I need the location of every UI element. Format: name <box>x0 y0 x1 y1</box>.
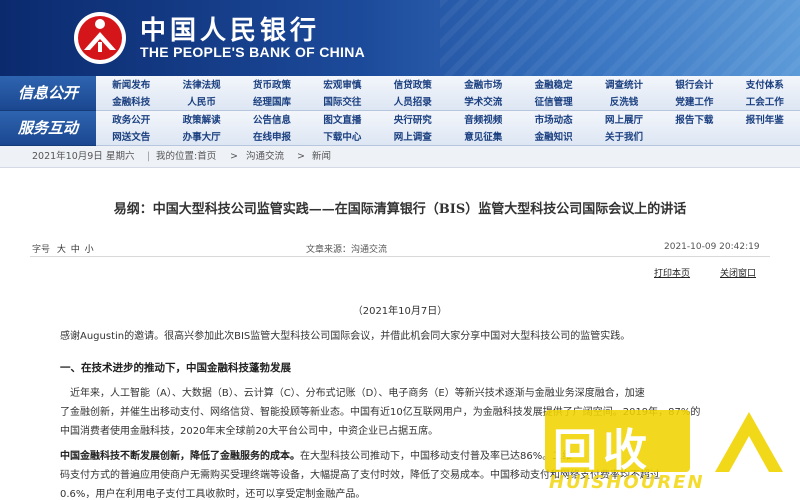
nav-row-service: 服务互动 政务公开 政策解读 公告信息 图文直播 央行研究 音频视频 市场动态 网上展厅 报告下… <box>0 111 800 146</box>
pboc-logo-icon[interactable] <box>72 10 128 66</box>
nav-item[interactable]: 信贷政策 <box>378 77 448 94</box>
main-navigation: 信息公开 新闻发布 法律法规 货币政策 宏观审慎 信贷政策 金融市场 金融稳定 调查统计 银行会… <box>0 76 800 146</box>
nav-item[interactable]: 网上展厅 <box>589 112 659 129</box>
nav-item[interactable]: 新闻发布 <box>96 77 166 94</box>
nav-item[interactable]: 金融市场 <box>448 77 518 94</box>
nav-item[interactable]: 宏观审慎 <box>307 77 377 94</box>
breadcrumb-communication[interactable]: 沟通交流 <box>246 146 284 168</box>
nav-item[interactable]: 经理国库 <box>237 94 307 111</box>
paragraph-intro: 感谢Augustin的邀请。很高兴参加此次BIS监管大型科技公司国际会议，并借此… <box>60 331 631 342</box>
nav-item[interactable]: 下载中心 <box>307 129 377 146</box>
font-size-large-button[interactable]: 大 <box>57 245 66 255</box>
site-title-cn: 中国人民银行 <box>140 16 321 46</box>
site-banner: 中国人民银行 THE PEOPLE'S BANK OF CHINA <box>0 0 800 76</box>
nav-item[interactable]: 党建工作 <box>659 94 729 111</box>
nav-item[interactable]: 意见征集 <box>448 129 518 146</box>
nav-item[interactable]: 在线申报 <box>237 129 307 146</box>
font-size-small-button[interactable]: 小 <box>85 245 94 255</box>
breadcrumb-separator: > <box>297 151 305 162</box>
print-page-link[interactable]: 打印本页 <box>654 266 690 279</box>
nav-item[interactable]: 银行会计 <box>659 77 729 94</box>
nav-row-info: 信息公开 新闻发布 法律法规 货币政策 宏观审慎 信贷政策 金融市场 金融稳定 调查统计 银行会… <box>0 76 800 111</box>
nav-item[interactable]: 支付体系 <box>730 77 800 94</box>
divider <box>30 256 770 257</box>
watermark: 回收 HUISHOUREN <box>535 392 800 500</box>
article-datetime: 2021-10-09 20:42:19 <box>664 242 760 252</box>
nav-item[interactable]: 人民币 <box>166 94 236 111</box>
nav-item[interactable]: 市场动态 <box>518 112 588 129</box>
section-heading-1: 一、在技术进步的推动下，中国金融科技蓬勃发展 <box>60 362 291 374</box>
nav-item[interactable]: 反洗钱 <box>589 94 659 111</box>
nav-item[interactable]: 办事大厅 <box>166 129 236 146</box>
breadcrumb-home[interactable]: 我的位置:首页 <box>156 146 216 168</box>
nav-item[interactable]: 网上调查 <box>378 129 448 146</box>
current-date: 2021年10月9日 <box>32 151 103 162</box>
nav-item[interactable]: 政策解读 <box>166 112 236 129</box>
speech-date: （2021年10月7日） <box>352 306 448 317</box>
breadcrumb-news[interactable]: 新闻 <box>312 146 331 168</box>
nav-items-info: 新闻发布 法律法规 货币政策 宏观审慎 信贷政策 金融市场 金融稳定 调查统计 银行会计 支付体系… <box>96 76 800 111</box>
nav-section-info-disclosure[interactable]: 信息公开 <box>0 76 96 111</box>
nav-item[interactable]: 工会工作 <box>730 94 800 111</box>
paragraph-3-lead: 中国金融科技不断发展创新，降低了金融服务的成本。 <box>60 451 300 462</box>
nav-item[interactable]: 金融科技 <box>96 94 166 111</box>
font-size-control: 字号 大 中 小 <box>32 242 94 255</box>
current-weekday: 星期六 <box>106 151 135 162</box>
nav-item[interactable]: 金融知识 <box>518 129 588 146</box>
watermark-text: 回收 <box>553 425 653 476</box>
font-size-medium-button[interactable]: 中 <box>71 245 80 255</box>
nav-item[interactable]: 报刊年鉴 <box>730 112 800 129</box>
nav-item[interactable]: 调查统计 <box>589 77 659 94</box>
nav-item[interactable]: 货币政策 <box>237 77 307 94</box>
nav-item[interactable]: 国际交往 <box>307 94 377 111</box>
article-title: 易纲：中国大型科技公司监管实践——在国际清算银行（BIS）监管大型科技公司国际会… <box>113 202 687 217</box>
nav-item[interactable]: 关于我们 <box>589 129 659 146</box>
nav-item[interactable]: 法律法规 <box>166 77 236 94</box>
nav-items-service: 政务公开 政策解读 公告信息 图文直播 央行研究 音频视频 市场动态 网上展厅 报告下载 报刊年鉴… <box>96 111 800 146</box>
paragraph-3-line-1-text: 在大型科技公司推动下，中国移动支付普及率已达86%。二维 <box>300 451 573 462</box>
nav-item[interactable]: 征信管理 <box>518 94 588 111</box>
nav-item[interactable]: 音频视频 <box>448 112 518 129</box>
nav-item[interactable]: 公告信息 <box>237 112 307 129</box>
close-window-link[interactable]: 关闭窗口 <box>720 266 756 279</box>
breadcrumb-separator: > <box>230 151 238 162</box>
watermark-subtext: HUISHOUREN <box>549 472 705 493</box>
nav-section-service-interaction[interactable]: 服务互动 <box>0 111 96 146</box>
nav-item[interactable]: 报告下载 <box>659 112 729 129</box>
nav-item[interactable]: 图文直播 <box>307 112 377 129</box>
watermark-arrow-icon <box>715 412 783 472</box>
breadcrumb: 2021年10月9日 星期六 | 我的位置:首页 > 沟通交流 > 新闻 <box>0 146 800 168</box>
site-title-en: THE PEOPLE'S BANK OF CHINA <box>140 44 366 60</box>
article-source: 文章来源：沟通交流 <box>306 245 388 255</box>
nav-item[interactable]: 人员招录 <box>378 94 448 111</box>
nav-item[interactable]: 网送文告 <box>96 129 166 146</box>
nav-item[interactable]: 政务公开 <box>96 112 166 129</box>
nav-item[interactable]: 金融稳定 <box>518 77 588 94</box>
nav-item[interactable]: 央行研究 <box>378 112 448 129</box>
nav-item[interactable]: 学术交流 <box>448 94 518 111</box>
font-size-label: 字号 <box>32 245 51 255</box>
